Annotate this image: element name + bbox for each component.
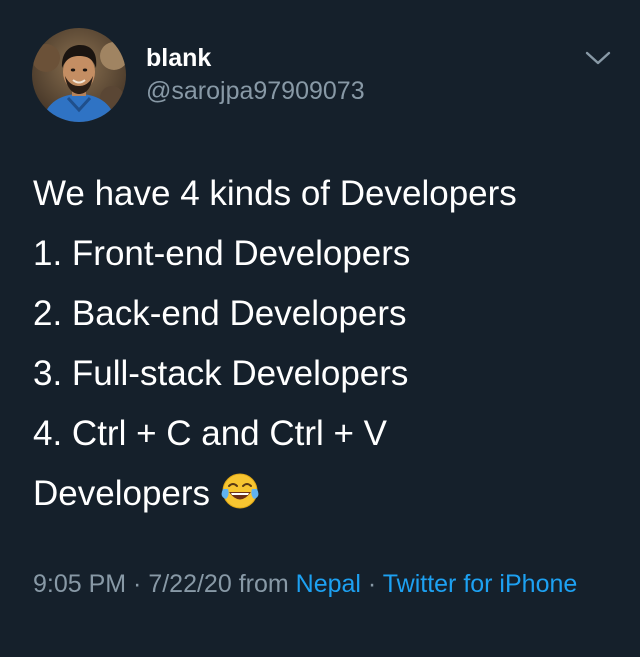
avatar[interactable]: [32, 28, 126, 122]
tweet-time[interactable]: 9:05 PM: [33, 570, 126, 598]
face-with-tears-of-joy-icon: [221, 473, 259, 509]
tweet-line: 3. Full-stack Developers: [33, 354, 409, 393]
tweet-date[interactable]: 7/22/20: [148, 570, 231, 598]
tweet-line: 4. Ctrl + C and Ctrl + V: [33, 414, 388, 453]
tweet-line: 2. Back-end Developers: [33, 294, 407, 333]
from-label: from: [231, 570, 296, 598]
tweet-line: 1. Front-end Developers: [33, 234, 411, 273]
author-handle[interactable]: @sarojpa97909073: [146, 76, 365, 106]
meta-separator: ·: [360, 570, 383, 598]
tweet-card: blank @sarojpa97909073 We have 4 kinds o…: [0, 0, 640, 657]
author-name[interactable]: blank: [146, 43, 211, 73]
tweet-text: We have 4 kinds of Developers 1. Front-e…: [33, 164, 623, 524]
source-link[interactable]: Twitter for iPhone: [383, 570, 578, 598]
tweet-last-line: Developers: [33, 464, 623, 524]
meta-separator: ·: [126, 570, 149, 598]
location-link[interactable]: Nepal: [296, 570, 361, 598]
avatar-image: [32, 28, 126, 122]
chevron-down-icon[interactable]: [584, 48, 612, 68]
tweet-meta: 9:05 PM · 7/22/20 from Nepal · Twitter f…: [33, 566, 613, 602]
tweet-line: We have 4 kinds of Developers: [33, 174, 517, 213]
tweet-line: Developers: [33, 474, 211, 513]
